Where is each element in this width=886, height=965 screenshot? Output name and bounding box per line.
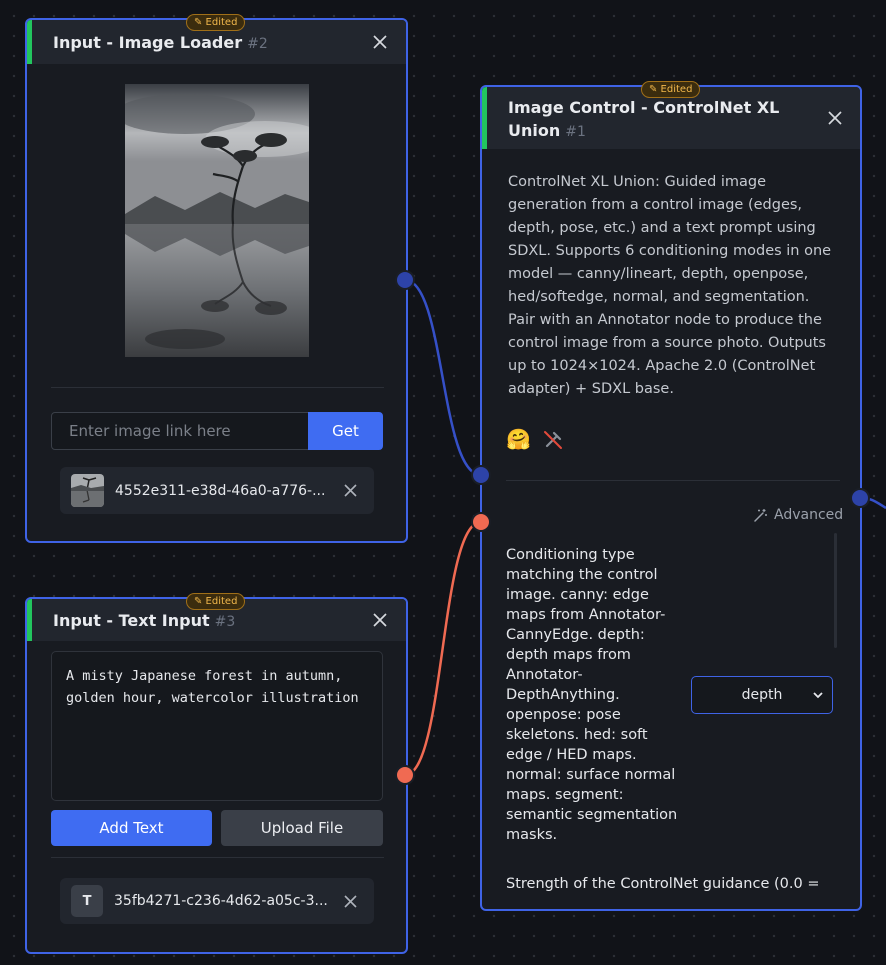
image-file-chip: 4552e311-e38d-46a0-a776-... (60, 467, 374, 514)
text-output-port[interactable] (395, 765, 415, 785)
node-id: #1 (565, 124, 586, 140)
thumbnail-image (71, 474, 104, 507)
image-input-port[interactable] (471, 465, 491, 485)
tools-disabled-icon (542, 429, 564, 455)
close-node-button[interactable] (368, 30, 392, 54)
edited-badge: ✎ Edited (641, 81, 701, 98)
get-button[interactable]: Get (308, 412, 383, 450)
edited-badge: ✎ Edited (186, 14, 246, 31)
controlnet-output-port[interactable] (850, 488, 870, 508)
text-file-icon: T (71, 885, 103, 917)
node-id: #3 (214, 614, 236, 630)
text-input-node[interactable]: Input - Text Input #3 A misty Japanese fo… (25, 597, 408, 954)
close-icon (828, 111, 842, 125)
remove-file-button[interactable] (340, 891, 360, 911)
image-output-port[interactable] (395, 270, 415, 290)
conditioning-help-text: Conditioning type matching the control i… (506, 547, 678, 843)
select-value: depth (741, 687, 783, 703)
image-preview (125, 84, 309, 357)
controlnet-node[interactable]: Image Control - ControlNet XL Union #1 Co… (480, 85, 862, 911)
text-input-port[interactable] (471, 512, 491, 532)
edited-badge: ✎ Edited (186, 593, 246, 610)
file-name: 4552e311-e38d-46a0-a776-... (115, 482, 326, 499)
add-text-button[interactable]: Add Text (51, 810, 212, 846)
remove-file-button[interactable] (340, 481, 360, 501)
node-id: #2 (247, 36, 268, 52)
close-node-button[interactable] (368, 608, 392, 632)
close-icon (343, 894, 357, 908)
divider (506, 480, 840, 481)
node-title-line2: Union (508, 121, 561, 140)
node-title: Input - Image Loader (53, 33, 243, 52)
divider (51, 857, 384, 858)
file-thumbnail (71, 474, 104, 507)
close-node-button[interactable] (823, 106, 847, 130)
node-title: Input - Text Input (53, 611, 210, 630)
advanced-toggle[interactable]: Advanced (753, 507, 843, 523)
model-description: ControlNet XL Union: Guided image genera… (508, 174, 832, 397)
huggingface-icon[interactable]: 🤗 (506, 427, 531, 451)
close-icon (373, 613, 387, 627)
divider (51, 387, 384, 388)
upload-file-button[interactable]: Upload File (221, 810, 383, 846)
scrollbar[interactable] (834, 533, 837, 648)
chevron-down-icon (813, 692, 823, 699)
node-title-line1: Image Control - ControlNet XL (508, 98, 780, 117)
conditioning-type-select[interactable]: depth (691, 676, 833, 714)
strength-help-text: Strength of the ControlNet guidance (0.0… (506, 876, 820, 892)
image-edge (404, 278, 482, 477)
text-file-chip: T 35fb4271-c236-4d62-a05c-3... (60, 878, 374, 924)
magic-wand-icon (754, 508, 767, 522)
prompt-textarea[interactable]: A misty Japanese forest in autumn, golde… (51, 651, 383, 801)
file-name: 35fb4271-c236-4d62-a05c-3... (114, 893, 328, 909)
image-loader-node[interactable]: Input - Image Loader #2 Enter image link… (25, 18, 408, 543)
text-edge (404, 520, 482, 777)
close-icon (343, 484, 357, 497)
image-url-input[interactable] (51, 412, 309, 450)
lake-tree-photo (125, 84, 309, 357)
advanced-label: Advanced (774, 507, 844, 523)
close-icon (373, 35, 387, 49)
